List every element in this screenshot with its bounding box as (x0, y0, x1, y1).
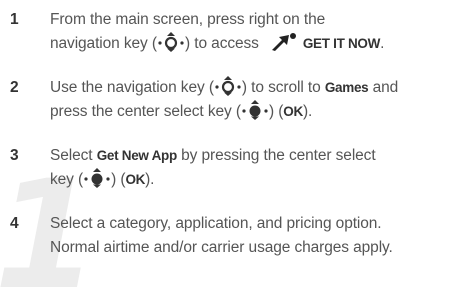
get-new-app-label: Get New App (96, 148, 178, 163)
games-label: Games (324, 80, 369, 95)
step-number: 2 (10, 79, 19, 96)
step-1: 1 From the main screen, press right on t… (0, 8, 467, 56)
step-text: Use the navigation key ( (50, 79, 214, 96)
step-text: by pressing the center select (181, 147, 376, 164)
step-text: ) to scroll to (241, 79, 321, 96)
center-select-key-icon (83, 168, 111, 188)
step-text: and (372, 79, 399, 96)
step-line: navigation key ( ) to access GET IT NOW. (50, 32, 467, 56)
step-line: From the main screen, press right on the (50, 8, 467, 32)
step-text: ). (145, 171, 155, 188)
step-2: 2 Use the navigation key ( ) to scroll to… (0, 76, 467, 124)
navigation-key-icon (157, 32, 185, 52)
get-it-now-arrow-icon (271, 33, 296, 51)
step-number: 1 (10, 11, 19, 28)
ok-label: OK (125, 172, 146, 187)
step-text: key ( (50, 171, 84, 188)
step-text: ) ( (268, 103, 284, 120)
step-number: 3 (10, 147, 19, 164)
step-text: ) ( (111, 171, 126, 188)
step-text: . (380, 35, 385, 52)
step-line: press the center select key ( ) (OK). (50, 100, 467, 124)
step-line: Use the navigation key ( ) to scroll to G… (50, 76, 467, 100)
step-line: key ( ) (OK). (50, 168, 467, 192)
step-text: Select (50, 147, 93, 164)
step-4: 4 Select a category, application, and pr… (0, 212, 467, 260)
step-text: From the main screen, press right on the (50, 11, 326, 28)
center-select-key-icon (241, 100, 269, 120)
step-text: press the center select key ( (50, 103, 241, 120)
step-line: Select a category, application, and pric… (50, 215, 382, 232)
step-number: 4 (10, 215, 19, 232)
ok-label: OK (283, 104, 303, 119)
step-line: Select Get New App by pressing the cente… (50, 144, 467, 168)
navigation-key-icon (214, 76, 242, 96)
get-it-now-label: GET IT NOW (302, 36, 381, 51)
step-3: 3 Select Get New App by pressing the cen… (0, 144, 467, 192)
step-text: ) to access (184, 35, 259, 52)
step-line: Normal airtime and/or carrier usage char… (50, 239, 393, 256)
step-text: navigation key ( (50, 35, 157, 52)
step-text: ). (302, 103, 313, 120)
